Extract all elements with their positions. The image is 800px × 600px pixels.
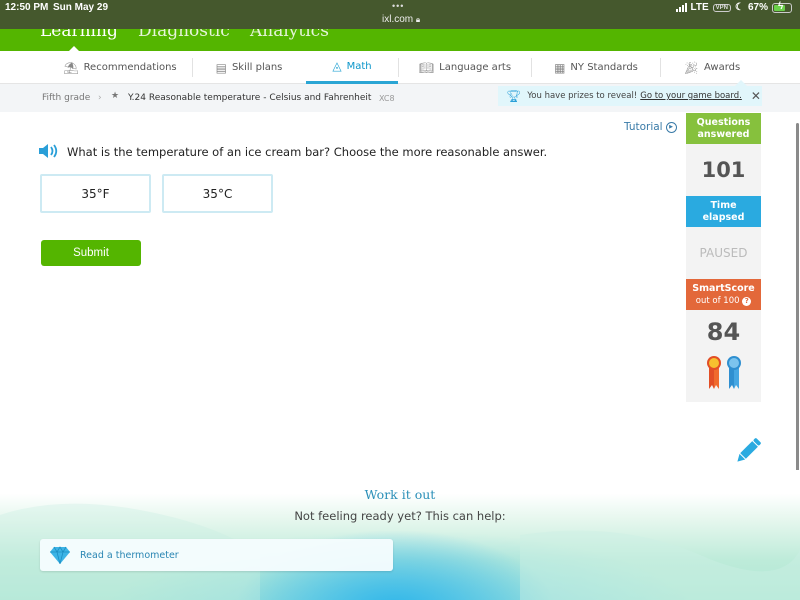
submit-button[interactable]: Submit (41, 240, 141, 266)
divider (192, 58, 193, 77)
breadcrumb-skill: Y.24 Reasonable temperature - Celsius an… (128, 93, 372, 103)
tutorial-link[interactable]: Tutorial ▶ (624, 121, 677, 133)
lock-icon: 🔒︎ (415, 15, 421, 24)
skill-code: XC8 (379, 94, 395, 103)
top-nav: Learning Diagnostic Analytics (0, 29, 800, 51)
blue-ribbon-icon (726, 356, 741, 389)
diamond-icon (50, 546, 70, 564)
speaker-icon[interactable] (38, 143, 60, 159)
book-icon: 📖︎ (418, 60, 435, 75)
status-date: Sun May 29 (53, 2, 109, 13)
url-label[interactable]: ixl.com 🔒︎ (382, 14, 420, 25)
star-icon[interactable]: ★ (111, 91, 119, 101)
helper-skill-label: Read a thermometer (80, 549, 179, 561)
close-icon[interactable]: ✕ (751, 89, 761, 103)
pyramid-icon: ◬ (332, 59, 342, 73)
status-bar: 12:50 PM Sun May 29 ••• ixl.com 🔒︎ LTE V… (0, 0, 800, 29)
header-line: answered (697, 129, 750, 140)
multitask-dots-icon[interactable]: ••• (392, 1, 404, 11)
prize-text: You have prizes to reveal! (527, 91, 638, 101)
tab-awards[interactable]: 🎉︎ Awards (662, 51, 762, 84)
prize-banner: 🏆︎ You have prizes to reveal! Go to your… (498, 80, 762, 106)
confetti-icon: 🎉︎ (683, 60, 699, 75)
battery-percent: 67% (747, 2, 768, 13)
tab-recommendations[interactable]: ⛱︎ Recommendations (50, 51, 190, 84)
scrollbar[interactable] (796, 123, 799, 521)
url-text: ixl.com (382, 14, 414, 25)
game-board-link[interactable]: Go to your game board. (640, 91, 742, 101)
tab-label: Skill plans (231, 62, 283, 73)
trophy-icon: 🏆︎ (506, 89, 522, 103)
subject-nav: ⛱︎ Recommendations ▤ Skill plans ◬ Math … (0, 51, 800, 84)
orange-ribbon-icon (706, 356, 721, 389)
help-icon[interactable]: ? (742, 297, 752, 306)
tab-language-arts[interactable]: 📖︎ Language arts (400, 51, 530, 84)
status-time: 12:50 PM (5, 2, 49, 13)
tab-skill-plans[interactable]: ▤ Skill plans (194, 51, 304, 84)
network-label: LTE (690, 2, 709, 13)
smartscore-header: SmartScore out of 100 ? (686, 279, 761, 310)
tab-label: Math (346, 60, 372, 72)
battery-icon: ϟ (772, 1, 792, 13)
top-nav-analytics[interactable]: Analytics (250, 29, 329, 41)
tab-label: Recommendations (83, 62, 177, 73)
breadcrumb-grade[interactable]: Fifth grade (42, 93, 90, 103)
pencil-icon[interactable] (733, 436, 763, 466)
divider (531, 58, 532, 77)
time-elapsed-header: Time elapsed (686, 196, 761, 227)
work-it-out-title: Work it out (364, 487, 436, 502)
helper-skill-card[interactable]: Read a thermometer (40, 539, 393, 571)
divider (660, 58, 661, 77)
chevron-right-icon: › (98, 93, 102, 103)
question-text: What is the temperature of an ice cream … (67, 145, 548, 159)
tab-label: Language arts (439, 62, 512, 73)
recommendations-icon: ⛱︎ (63, 60, 79, 75)
divider (398, 58, 399, 77)
answer-choice[interactable]: 35°C (162, 174, 273, 213)
standards-icon: ▦ (554, 60, 566, 75)
top-nav-diagnostic[interactable]: Diagnostic (138, 29, 230, 41)
banner-pointer (735, 80, 747, 86)
status-indicators: LTE VPN ☾ 67% ϟ (675, 1, 792, 13)
smartscore-value: 84 (706, 318, 741, 346)
questions-answered-header: Questions answered (686, 113, 761, 144)
header-line: Time (710, 200, 737, 211)
header-sub: out of 100 (695, 296, 740, 306)
tutorial-label: Tutorial (624, 121, 663, 133)
stats-panel: Questions answered 101 Time elapsed PAUS… (686, 113, 761, 402)
header-line: Questions (696, 117, 751, 128)
skill-plans-icon: ▤ (215, 60, 227, 75)
ribbons (686, 350, 761, 402)
tab-label: Awards (703, 62, 741, 73)
header-line: elapsed (702, 212, 745, 223)
work-it-out-subtitle: Not feeling ready yet? This can help: (294, 509, 506, 523)
vpn-badge: VPN (712, 3, 732, 12)
top-nav-learning[interactable]: Learning (40, 29, 118, 41)
questions-answered-value: 101 (701, 158, 746, 182)
header-line: SmartScore (692, 283, 755, 294)
tab-math[interactable]: ◬ Math (306, 51, 398, 84)
signal-icon (675, 3, 687, 12)
time-elapsed-value[interactable]: PAUSED (686, 227, 761, 279)
play-icon: ▶ (665, 121, 677, 133)
moon-icon: ☾ (735, 2, 744, 13)
tab-ny-standards[interactable]: ▦ NY Standards (533, 51, 659, 84)
tab-label: NY Standards (570, 62, 638, 73)
answer-choice[interactable]: 35°F (40, 174, 151, 213)
